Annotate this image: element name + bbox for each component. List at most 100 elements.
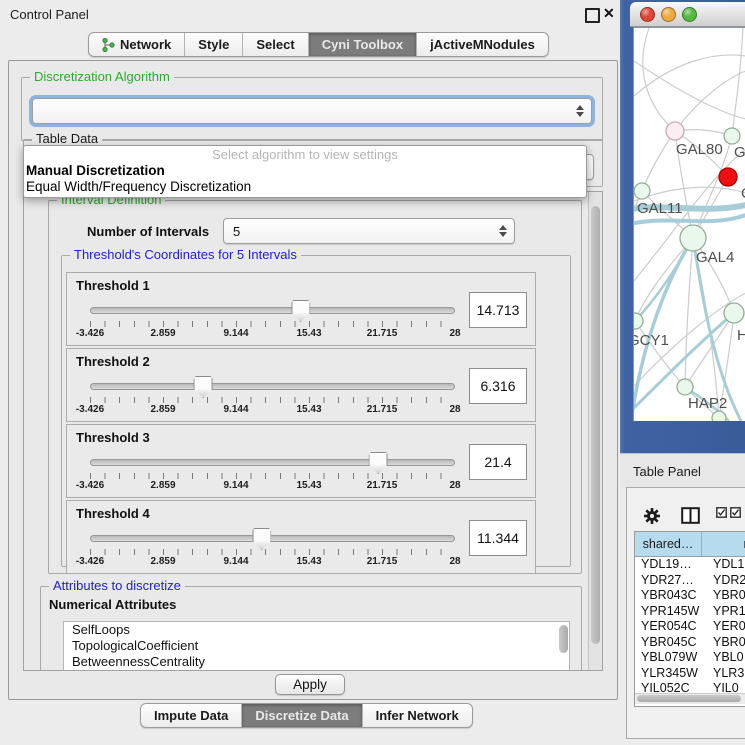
tab-label: Cyni Toolbox <box>322 37 403 52</box>
tick-label: -3.426 <box>76 328 104 339</box>
table-row[interactable]: YBR045CYBR0 <box>635 635 745 651</box>
attribute-item-topologicalcoefficient[interactable]: TopologicalCoefficient <box>64 638 569 654</box>
node-attribute-table[interactable]: shared…n YDL19…YDL1YDR27…YDR2YBR043CYBR0… <box>634 531 745 707</box>
network-window-titlebar[interactable] <box>630 2 745 27</box>
tab-infer-network[interactable]: Infer Network <box>363 704 472 727</box>
network-node-ga[interactable] <box>724 128 740 144</box>
table-cell: YPR1 <box>707 604 745 620</box>
algorithm-combobox[interactable] <box>32 98 592 124</box>
network-node-c[interactable] <box>719 168 737 186</box>
combo-arrows-icon <box>499 225 507 237</box>
tab-impute-data[interactable]: Impute Data <box>141 704 242 727</box>
attributes-group-label: Attributes to discretize <box>49 579 185 593</box>
network-node-gal11[interactable] <box>634 183 650 199</box>
network-node-gal4[interactable] <box>680 225 706 251</box>
threshold-value-field[interactable]: 11.344 <box>469 520 527 556</box>
checkbox-checked-icon[interactable] <box>730 507 741 518</box>
checkbox-checked-icon[interactable] <box>716 507 727 518</box>
network-canvas[interactable]: GAL80GACGAL11GAL4GCY1HHAP2 <box>633 27 745 421</box>
tab-cyni-toolbox[interactable]: Cyni Toolbox <box>309 33 417 56</box>
network-edge[interactable] <box>634 55 745 96</box>
tab-style[interactable]: Style <box>185 33 243 56</box>
threshold-slider[interactable]: -3.4262.8599.14415.4321.71528 <box>90 451 455 493</box>
table-cell: YBL079W <box>635 650 707 666</box>
zoom-light[interactable] <box>682 7 697 22</box>
table-row[interactable]: YBL079WYBL0 <box>635 650 745 666</box>
table-row[interactable]: YBR043CYBR0 <box>635 588 745 604</box>
num-intervals-combobox[interactable]: 5 <box>223 218 515 244</box>
tab-jactivemnodules[interactable]: jActiveMNodules <box>417 33 548 56</box>
split-pane-icon[interactable] <box>681 507 700 524</box>
tick-label: 9.144 <box>223 328 248 339</box>
threshold-value-field[interactable]: 21.4 <box>469 444 527 480</box>
table-row[interactable]: YPR145WYPR1 <box>635 604 745 620</box>
column-header-shared[interactable]: shared… <box>635 532 702 556</box>
threshold-value-field[interactable]: 6.316 <box>469 368 527 404</box>
threshold-label: Threshold 2 <box>76 354 150 369</box>
apply-button[interactable]: Apply <box>275 674 345 695</box>
slider-thumb[interactable] <box>252 528 271 550</box>
network-node-hap2[interactable] <box>677 379 693 395</box>
tick-label: 15.43 <box>296 556 321 567</box>
tab-discretize-data[interactable]: Discretize Data <box>242 704 362 727</box>
slider-track[interactable] <box>90 535 455 542</box>
threshold-slider[interactable]: -3.4262.8599.14415.4321.71528 <box>90 299 455 341</box>
tick-label: -3.426 <box>76 480 104 491</box>
algorithm-groupbox: Discretization Algorithm <box>21 77 603 141</box>
network-node-gal80[interactable] <box>666 122 684 140</box>
slider-track[interactable] <box>90 307 455 314</box>
list-scrollbar-thumb[interactable] <box>559 625 568 653</box>
slider-thumb[interactable] <box>369 452 388 474</box>
table-row[interactable]: YER054CYER0 <box>635 619 745 635</box>
network-edge[interactable] <box>634 61 745 119</box>
tab-select[interactable]: Select <box>243 33 308 56</box>
num-intervals-label: Number of Intervals <box>87 224 209 239</box>
tick-label: 9.144 <box>223 556 248 567</box>
network-edge[interactable] <box>675 71 745 131</box>
attribute-item-betweennesscentrality[interactable]: BetweennessCentrality <box>64 654 569 670</box>
tick-label: 2.859 <box>150 328 175 339</box>
threshold-slider[interactable]: -3.4262.8599.14415.4321.71528 <box>90 527 455 569</box>
dropdown-item-equal-width-frequency-discretization[interactable]: Equal Width/Frequency Discretization <box>24 179 586 195</box>
table-cell: YBR045C <box>635 635 707 651</box>
table-cell: YDL1 <box>707 557 745 573</box>
network-edge[interactable] <box>642 131 675 191</box>
slider-track[interactable] <box>90 459 455 466</box>
gear-icon[interactable] <box>643 507 661 525</box>
close-icon[interactable]: ✕ <box>603 5 615 22</box>
settings-scrollbar[interactable] <box>588 192 602 670</box>
minimize-light[interactable] <box>661 7 676 22</box>
close-light[interactable] <box>640 7 655 22</box>
numerical-attributes-list[interactable]: SelfLoopsTopologicalCoefficientBetweenne… <box>63 621 570 671</box>
tick-label: 21.715 <box>367 556 398 567</box>
table-row[interactable]: YDL19…YDL1 <box>635 557 745 573</box>
attribute-item-selfloops[interactable]: SelfLoops <box>64 622 569 638</box>
tab-network[interactable]: Network <box>89 33 185 56</box>
control-panel-title: Control Panel <box>10 7 89 22</box>
network-node[interactable] <box>712 411 726 421</box>
tick-label: 9.144 <box>223 404 248 415</box>
settings-scrollbar-thumb[interactable] <box>591 206 600 644</box>
network-node-gcy1[interactable] <box>633 313 643 329</box>
table-horizontal-scrollbar[interactable] <box>635 693 745 704</box>
hscrollbar-thumb[interactable] <box>637 695 741 702</box>
table-row[interactable]: YLR345WYLR3 <box>635 666 745 682</box>
cyni-toolbox-panel: Discretization Algorithm Select algorith… <box>8 60 618 700</box>
table-cell: YBR043C <box>635 588 707 604</box>
table-row[interactable]: YDR27…YDR2 <box>635 573 745 589</box>
column-header-n[interactable]: n <box>702 532 745 556</box>
slider-thumb[interactable] <box>194 376 213 398</box>
slider-track[interactable] <box>90 383 455 390</box>
network-edge[interactable] <box>732 28 743 136</box>
network-edge[interactable] <box>685 238 693 387</box>
dropdown-item-manual-discretization[interactable]: Manual Discretization <box>24 163 586 179</box>
network-edge[interactable] <box>643 28 675 131</box>
tick-label: 28 <box>449 556 460 567</box>
threshold-label: Threshold 3 <box>76 430 150 445</box>
slider-thumb[interactable] <box>291 300 310 322</box>
threshold-slider[interactable]: -3.4262.8599.14415.4321.71528 <box>90 375 455 417</box>
threshold-value-field[interactable]: 14.713 <box>469 292 527 328</box>
table-rows: YDL19…YDL1YDR27…YDR2YBR043CYBR0YPR145WYP… <box>635 557 745 697</box>
network-node-h[interactable] <box>724 303 744 323</box>
float-window-icon[interactable] <box>585 8 600 23</box>
